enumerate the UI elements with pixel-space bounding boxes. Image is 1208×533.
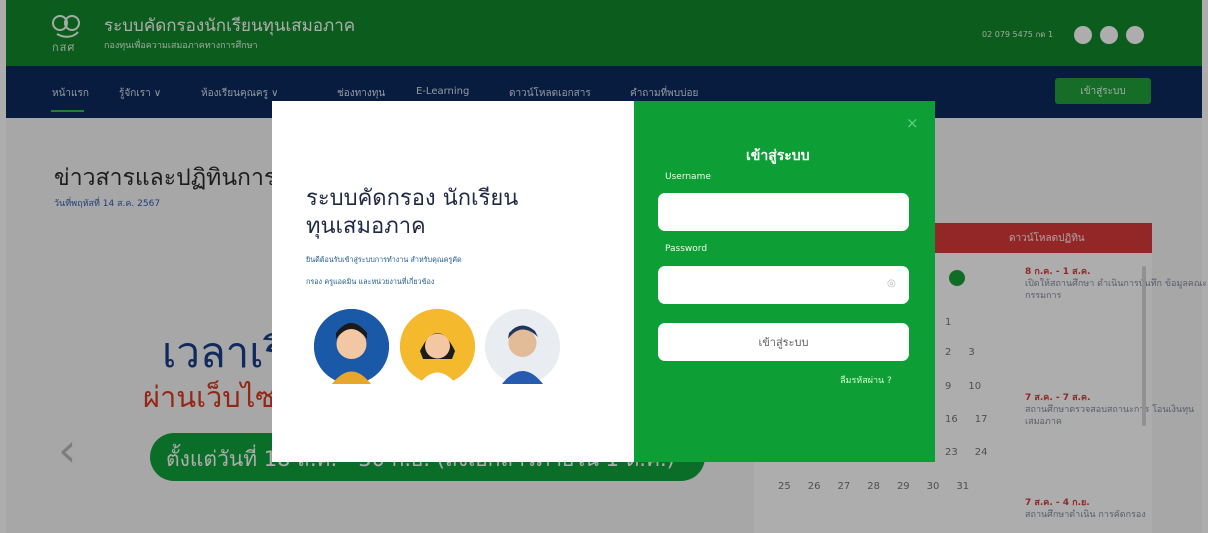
teacher-avatar-1 (314, 309, 389, 384)
password-input[interactable] (658, 266, 909, 304)
modal-close-button[interactable]: × (906, 114, 919, 132)
teacher-avatar-3 (485, 309, 560, 384)
person-icon (314, 309, 389, 384)
modal-description-line2: กรอง ครูแอดมิน และหน่วยงานที่เกี่ยวข้อง (306, 277, 435, 286)
modal-description-line1: ยินดีต้อนรับเข้าสู่ระบบการทำงาน สำหรับคุ… (306, 255, 462, 264)
username-input[interactable] (658, 193, 909, 231)
eye-icon[interactable]: ◎ (887, 278, 896, 289)
person-icon (485, 309, 560, 384)
password-label: Password (665, 244, 708, 254)
modal-system-title-line2: ทุนเสมอภาค (306, 214, 426, 239)
login-title: เข้าสู่ระบบ (746, 148, 810, 164)
forgot-password-link[interactable]: ลืมรหัสผ่าน ? (840, 373, 892, 387)
teacher-avatar-2 (400, 309, 475, 384)
person-icon (400, 309, 475, 384)
username-label: Username (665, 172, 711, 182)
login-submit-button[interactable]: เข้าสู่ระบบ (658, 323, 909, 361)
